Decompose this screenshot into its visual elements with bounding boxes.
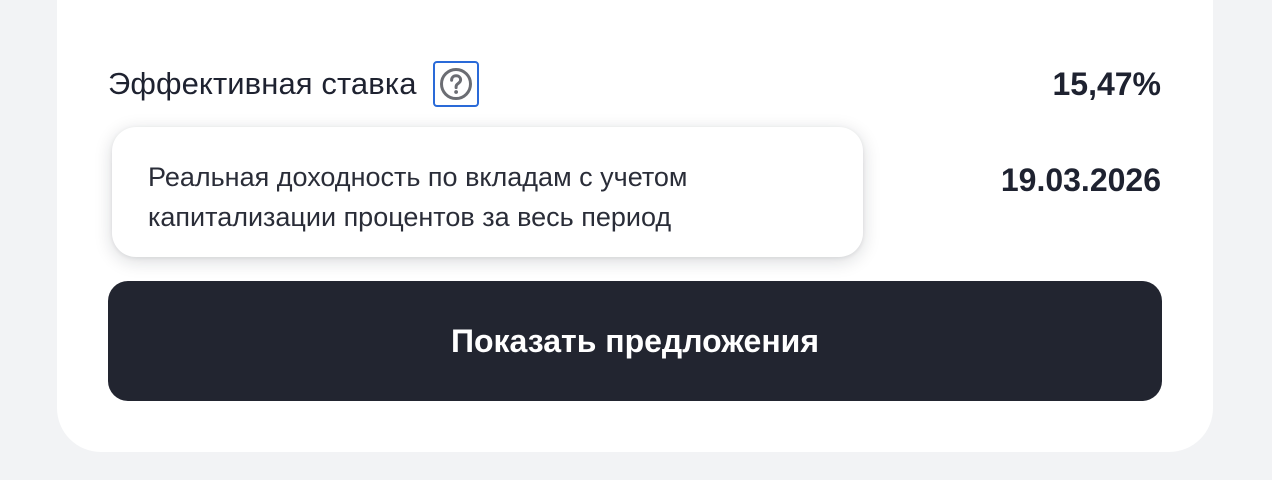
question-circle-icon xyxy=(439,67,473,101)
tooltip-line-1: Реальная доходность по вкладам с учетом xyxy=(148,162,688,192)
effective-rate-help-button[interactable] xyxy=(432,61,479,107)
effective-rate-tooltip: Реальная доходность по вкладам с учетом … xyxy=(112,127,863,257)
tooltip-line-2: капитализации процентов за весь период xyxy=(148,202,672,232)
show-offers-button[interactable]: Показать предложения xyxy=(108,281,1162,401)
effective-rate-value: 15,47% xyxy=(1052,65,1161,102)
tooltip-text: Реальная доходность по вкладам с учетом … xyxy=(148,157,827,237)
effective-rate-label-group: Эффективная ставка xyxy=(108,61,479,107)
effective-rate-row: Эффективная ставка 15,47% xyxy=(108,58,1161,110)
effective-rate-label: Эффективная ставка xyxy=(108,66,417,101)
end-date-value: 19.03.2026 xyxy=(1000,161,1161,198)
